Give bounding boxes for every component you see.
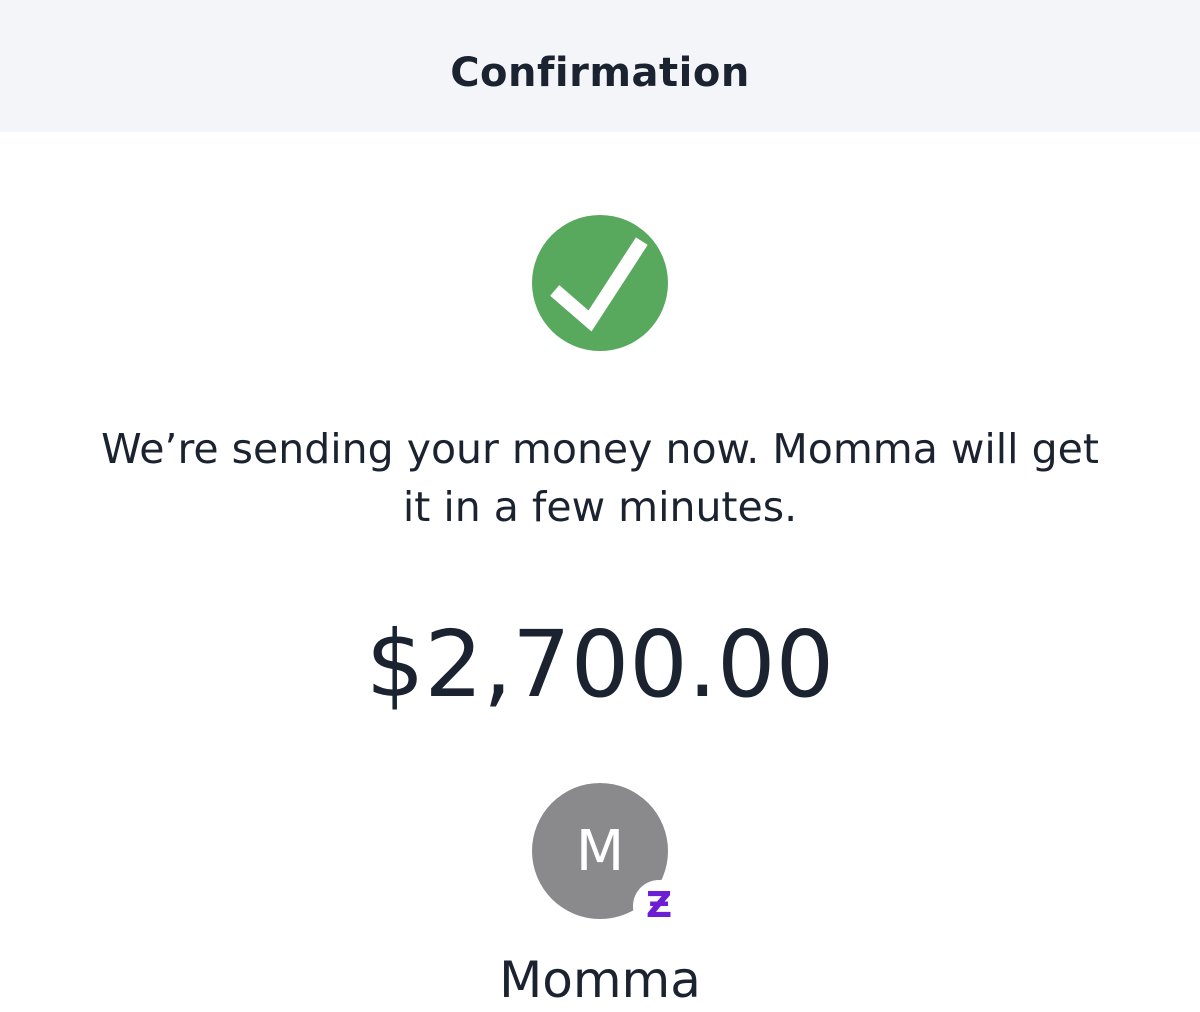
payment-amount: $2,700.00 bbox=[365, 611, 835, 718]
header-bar: Confirmation bbox=[0, 0, 1200, 132]
zelle-icon: Ƶ bbox=[633, 880, 685, 932]
zelle-glyph: Ƶ bbox=[645, 885, 673, 926]
recipient-name: Momma bbox=[499, 951, 701, 1009]
page-title: Confirmation bbox=[450, 50, 750, 96]
avatar-initial: M bbox=[575, 818, 625, 884]
success-checkmark-icon bbox=[532, 215, 668, 351]
confirmation-message: We’re sending your money now. Momma will… bbox=[101, 425, 1099, 531]
